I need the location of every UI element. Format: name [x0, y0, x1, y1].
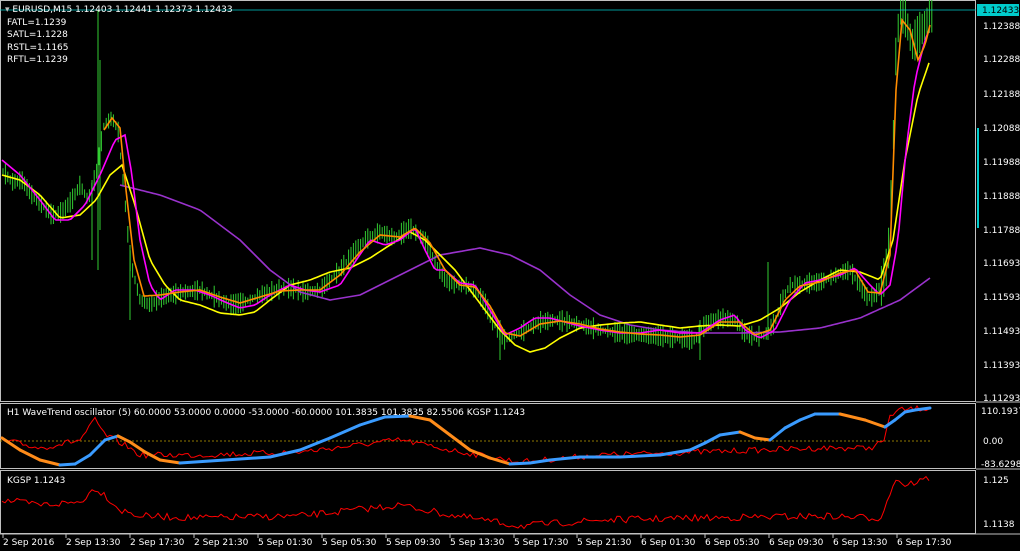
wavetrend-segment	[703, 433, 722, 445]
time-label: 6 Sep 17:30	[897, 538, 952, 548]
price-axis[interactable]: 1.12388 1.12288 1.12188 1.12088 1.11988 …	[983, 22, 1020, 404]
wavetrend-segment	[468, 448, 492, 460]
kgsp-axis-label: 1.1138	[983, 520, 1015, 530]
wavetrend-segment	[618, 453, 662, 459]
price-label: 1.11888	[983, 192, 1020, 202]
wavetrend-segment	[738, 430, 757, 440]
kgsp-line	[1, 475, 930, 530]
time-label: 2 Sep 13:30	[66, 538, 121, 548]
indicator-rftl: RFTL=1.1239	[7, 55, 68, 65]
kgsp-header: KGSP 1.1243	[7, 476, 65, 486]
wavetrend-segment	[73, 453, 92, 466]
price-label: 1.12288	[983, 55, 1020, 65]
wavetrend-segment	[903, 408, 917, 414]
wavetrend-segment	[913, 406, 932, 412]
price-label: 1.11393	[983, 361, 1020, 371]
wavetrend-segment	[883, 418, 897, 429]
wavetrend-segment	[428, 418, 452, 437]
indicator-satl: SATL=1.1228	[7, 30, 68, 40]
wavetrend-segment	[798, 412, 817, 422]
wavetrend-segment	[18, 448, 42, 462]
time-label: 5 Sep 13:30	[450, 538, 505, 548]
time-label: 6 Sep 13:30	[833, 538, 888, 548]
time-label: 5 Sep 21:30	[577, 538, 632, 548]
time-label: 2 Sep 2016	[3, 538, 55, 548]
wavetrend-segment	[838, 412, 867, 422]
price-label: 1.11493	[983, 327, 1020, 337]
wavetrend-segment	[128, 440, 147, 454]
time-label: 5 Sep 01:30	[258, 538, 313, 548]
time-axis[interactable]: 2 Sep 2016 2 Sep 13:30 2 Sep 17:30 2 Sep 21…	[2, 534, 952, 548]
time-label: 6 Sep 09:30	[769, 538, 824, 548]
wavetrend-segment	[528, 458, 552, 465]
price-candles	[2, 0, 933, 360]
wavetrend-axis-label: 0.00	[983, 437, 1003, 447]
time-label: 5 Sep 05:30	[322, 538, 377, 548]
wavetrend-segment	[783, 418, 802, 430]
time-label: 2 Sep 17:30	[130, 538, 185, 548]
wavetrend-segment	[488, 456, 512, 466]
time-label: 6 Sep 01:30	[641, 538, 696, 548]
wavetrend-axis-label: 110.1937	[981, 407, 1020, 417]
wavetrend-segment	[88, 438, 107, 457]
wavetrend-segment	[718, 430, 742, 437]
time-label: 5 Sep 17:30	[514, 538, 569, 548]
price-label: 1.12088	[983, 124, 1020, 134]
price-label: 1.12188	[983, 90, 1020, 100]
wavetrend-segment	[753, 436, 772, 442]
trading-chart[interactable]: ▾ EURUSD,M15 1.12403 1.12441 1.12373 1.1…	[0, 0, 1020, 551]
time-label: 2 Sep 21:30	[194, 538, 249, 548]
price-label: 1.12388	[983, 22, 1020, 32]
wavetrend-segment	[548, 455, 582, 462]
wavetrend-segment	[893, 410, 907, 422]
rstl-line	[119, 184, 931, 334]
wavetrend-segment	[158, 458, 182, 465]
price-label: 1.11593	[983, 293, 1020, 303]
wavetrend-segment	[178, 459, 212, 465]
fatl-line	[1, 62, 930, 353]
wavetrend-segment	[208, 457, 242, 463]
price-label: 1.11693	[983, 259, 1020, 269]
wavetrend-segment	[38, 458, 62, 467]
kgsp-panel-frame	[0, 470, 976, 534]
time-label: 5 Sep 09:30	[386, 538, 441, 548]
wavetrend-axis-label: -83.6298	[981, 460, 1020, 470]
symbol-header: ▾ EURUSD,M15 1.12403 1.12441 1.12373 1.1…	[5, 5, 233, 15]
wavetrend-segment	[863, 418, 887, 429]
wavetrend-segment	[358, 415, 387, 427]
current-price-label: 1.12433	[982, 6, 1019, 16]
wavetrend-segment	[328, 423, 362, 440]
price-label: 1.11988	[983, 158, 1020, 168]
kgsp-axis-label: 1.125	[983, 476, 1009, 486]
wavetrend-segment	[58, 462, 77, 467]
wavetrend-segment	[448, 433, 472, 452]
wavetrend-segment	[768, 426, 787, 442]
time-label: 6 Sep 05:30	[705, 538, 760, 548]
indicator-rstl: RSTL=1.1165	[7, 43, 69, 53]
indicator-fatl: FATL=1.1239	[7, 18, 67, 28]
wavetrend-segment	[508, 461, 532, 466]
price-label: 1.11788	[983, 226, 1020, 236]
rftl-line	[103, 17, 931, 338]
main-chart-frame	[0, 0, 976, 402]
price-label: 1.11293	[983, 394, 1020, 404]
wavetrend-segment	[298, 436, 332, 452]
wavetrend-segment	[238, 455, 272, 461]
wavetrend-header: H1 WaveTrend oscillator (5) 60.0000 53.0…	[7, 408, 525, 418]
